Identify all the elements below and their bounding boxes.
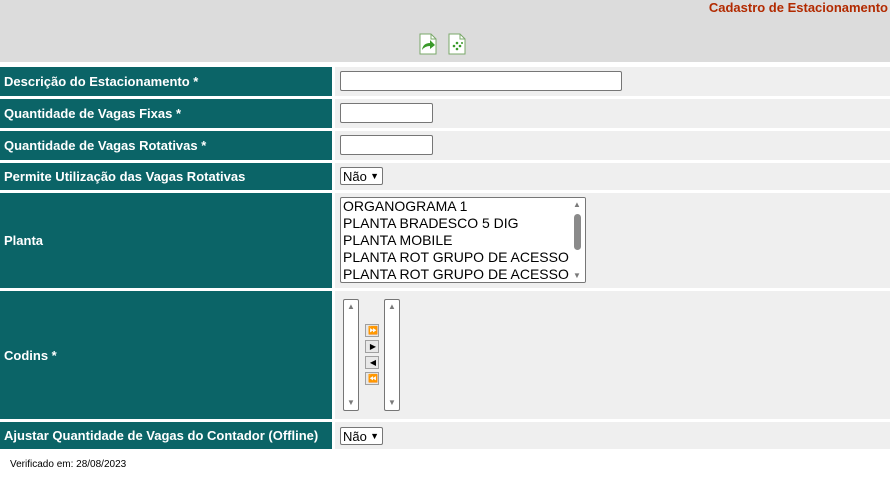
scroll-down-icon[interactable]: ▼: [347, 398, 355, 407]
row-vagas-fixas: Quantidade de Vagas Fixas *: [0, 99, 890, 128]
planta-cell: ORGANOGRAMA 1 PLANTA BRADESCO 5 DIG PLAN…: [335, 193, 890, 288]
planta-scrollbar[interactable]: ▲ ▼: [570, 198, 585, 282]
scroll-up-icon[interactable]: ▲: [347, 302, 355, 311]
move-right-button[interactable]: ▶: [365, 340, 379, 353]
permite-rotativas-cell: Não ▼: [335, 163, 890, 190]
codins-selected-list[interactable]: ▲ ▼: [384, 299, 400, 411]
vagas-rotativas-cell: [335, 131, 890, 160]
planta-option[interactable]: PLANTA ROT GRUPO DE ACESSO 1: [341, 249, 585, 266]
descricao-label: Descrição do Estacionamento *: [0, 67, 332, 96]
permite-rotativas-label: Permite Utilização das Vagas Rotativas: [0, 163, 332, 190]
scroll-down-icon[interactable]: ▼: [573, 271, 581, 280]
row-vagas-rotativas: Quantidade de Vagas Rotativas *: [0, 131, 890, 160]
verification-footer: Verificado em: 28/08/2023: [10, 459, 127, 470]
row-planta: Planta ORGANOGRAMA 1 PLANTA BRADESCO 5 D…: [0, 193, 890, 288]
vagas-rotativas-input[interactable]: [340, 135, 433, 155]
codins-label: Codins *: [0, 291, 332, 419]
permite-rotativas-value: Não: [343, 168, 367, 184]
vagas-fixas-input[interactable]: [340, 103, 433, 123]
ajustar-cell: Não ▼: [335, 422, 890, 449]
move-all-right-button[interactable]: ⏩: [365, 324, 379, 337]
descricao-cell: [335, 67, 890, 96]
scroll-up-icon[interactable]: ▲: [573, 200, 581, 209]
planta-option[interactable]: PLANTA MOBILE: [341, 232, 585, 249]
vagas-rotativas-label: Quantidade de Vagas Rotativas *: [0, 131, 332, 160]
planta-option[interactable]: PLANTA ROT GRUPO DE ACESSO 2: [341, 266, 585, 282]
planta-listbox[interactable]: ORGANOGRAMA 1 PLANTA BRADESCO 5 DIG PLAN…: [340, 197, 586, 283]
move-left-button[interactable]: ◀: [365, 356, 379, 369]
row-codins: Codins * ▲ ▼ ⏩ ▶ ◀ ⏪ ▲ ▼: [0, 291, 890, 419]
row-ajustar: Ajustar Quantidade de Vagas do Contador …: [0, 422, 890, 449]
ajustar-label: Ajustar Quantidade de Vagas do Contador …: [0, 422, 332, 449]
row-permite-rotativas: Permite Utilização das Vagas Rotativas N…: [0, 163, 890, 190]
row-descricao: Descrição do Estacionamento *: [0, 67, 890, 96]
refresh-icon[interactable]: [447, 33, 467, 55]
vagas-fixas-label: Quantidade de Vagas Fixas *: [0, 99, 332, 128]
chevron-down-icon: ▼: [370, 431, 379, 441]
planta-option[interactable]: ORGANOGRAMA 1: [341, 198, 585, 215]
ajustar-value: Não: [343, 428, 367, 444]
descricao-input[interactable]: [340, 71, 622, 91]
move-all-left-button[interactable]: ⏪: [365, 372, 379, 385]
planta-label: Planta: [0, 193, 332, 288]
export-icon[interactable]: [418, 33, 438, 55]
scroll-up-icon[interactable]: ▲: [388, 302, 396, 311]
codins-available-list[interactable]: ▲ ▼: [343, 299, 359, 411]
planta-option[interactable]: PLANTA BRADESCO 5 DIG: [341, 215, 585, 232]
scroll-thumb[interactable]: [574, 214, 581, 250]
ajustar-select[interactable]: Não ▼: [340, 427, 383, 445]
page-title: Cadastro de Estacionamento: [708, 0, 888, 15]
permite-rotativas-select[interactable]: Não ▼: [340, 167, 383, 185]
chevron-down-icon: ▼: [370, 171, 379, 181]
scroll-down-icon[interactable]: ▼: [388, 398, 396, 407]
codins-cell: ▲ ▼ ⏩ ▶ ◀ ⏪ ▲ ▼: [335, 291, 890, 419]
vagas-fixas-cell: [335, 99, 890, 128]
